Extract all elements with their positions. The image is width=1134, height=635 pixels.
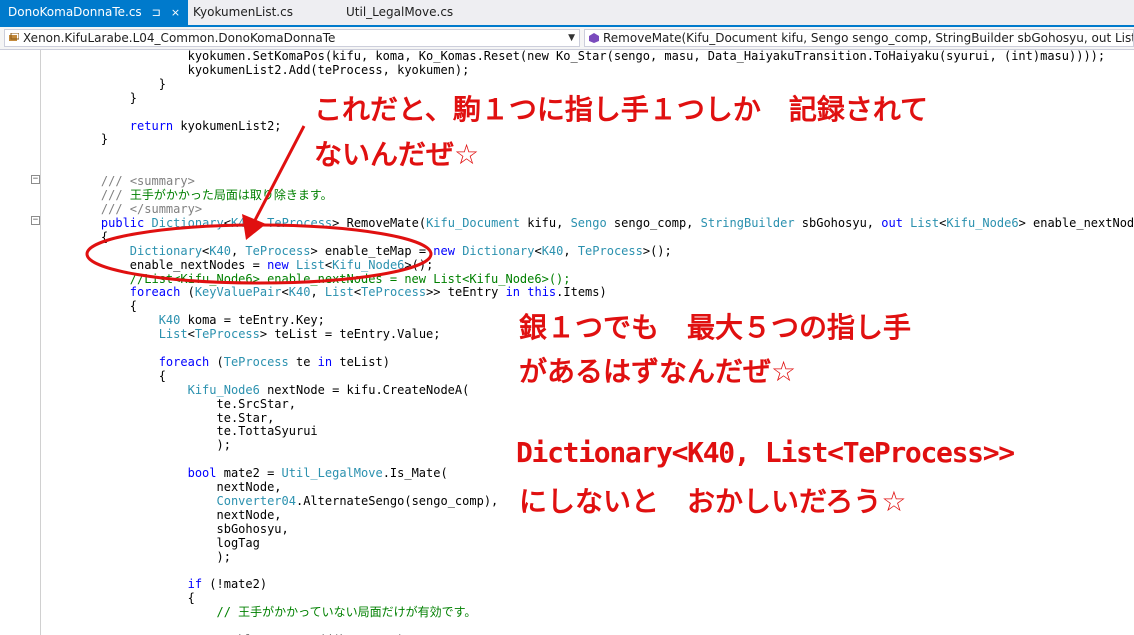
highlight-ellipse (85, 223, 433, 285)
annotation-note3-line1: Dictionary<K40, List<TeProcess>> (516, 436, 1015, 469)
annotation-note3-line2: にしないと おかしいだろう☆ (519, 485, 907, 518)
annotation-note2-line2: があるはずなんだぜ☆ (519, 355, 797, 388)
arrow-head (242, 214, 266, 240)
annotation-note1-line1: これだと、駒１つに指し手１つしか 記録されて (314, 93, 929, 126)
arrow-shaft (250, 125, 306, 227)
annotation-note2-line1: 銀１つでも 最大５つの指し手 (519, 311, 912, 344)
annotation-note1-line2: ないんだぜ☆ (314, 138, 480, 171)
